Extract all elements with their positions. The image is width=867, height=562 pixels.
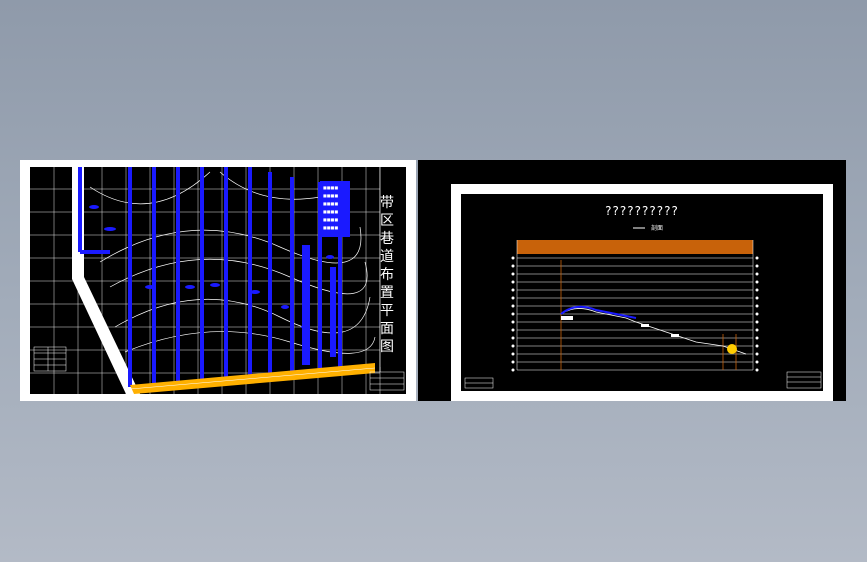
title-char: 区: [380, 213, 394, 229]
plan-title: 带 区 巷 道 布 置 平 面 图: [376, 194, 398, 356]
title-block: [369, 371, 405, 391]
profile-line: [560, 308, 747, 355]
title-char: 带: [380, 195, 394, 211]
plan-drawing: ■■■■ ■■■■ ■■■■ ■■■■ ■■■■ ■■■■: [30, 167, 406, 394]
title-char: 道: [380, 249, 394, 265]
profile-drawing-sheet: ?????????? 剖面: [418, 160, 846, 401]
profile-drawing: [464, 227, 822, 389]
location-marker: [727, 344, 737, 354]
legend-label: 剖面: [651, 225, 664, 232]
svg-text:■■■■: ■■■■: [323, 185, 338, 190]
profile-legend-block: [464, 377, 494, 389]
svg-text:■■■■: ■■■■: [323, 193, 338, 198]
profile-label-box: [671, 334, 679, 337]
title-char: 平: [380, 303, 394, 319]
title-char: 巷: [380, 231, 394, 247]
profile-drawing-area: ?????????? 剖面: [461, 194, 823, 391]
plan-drawing-area: ■■■■ ■■■■ ■■■■ ■■■■ ■■■■ ■■■■ 带 区 巷 道 布 …: [30, 167, 406, 394]
title-char: 布: [380, 267, 394, 283]
title-char: 面: [380, 321, 394, 337]
profile-paper: ?????????? 剖面: [451, 184, 833, 401]
svg-text:■■■■: ■■■■: [323, 217, 338, 222]
profile-label-box: [641, 324, 649, 327]
profile-label-box: [561, 316, 573, 320]
svg-text:■■■■: ■■■■: [323, 201, 338, 206]
svg-text:■■■■: ■■■■: [323, 225, 338, 230]
title-char: 置: [380, 285, 394, 301]
profile-title-block: [786, 371, 822, 389]
legend-table: [33, 346, 67, 372]
plan-drawing-sheet: ■■■■ ■■■■ ■■■■ ■■■■ ■■■■ ■■■■ 带 区 巷 道 布 …: [20, 160, 416, 401]
title-char: 图: [380, 339, 394, 355]
profile-title: ??????????: [605, 204, 679, 218]
belt-conveyor: [129, 363, 376, 394]
profile-grid: [516, 240, 754, 371]
header-band: [517, 240, 753, 254]
svg-text:■■■■: ■■■■: [323, 209, 338, 214]
